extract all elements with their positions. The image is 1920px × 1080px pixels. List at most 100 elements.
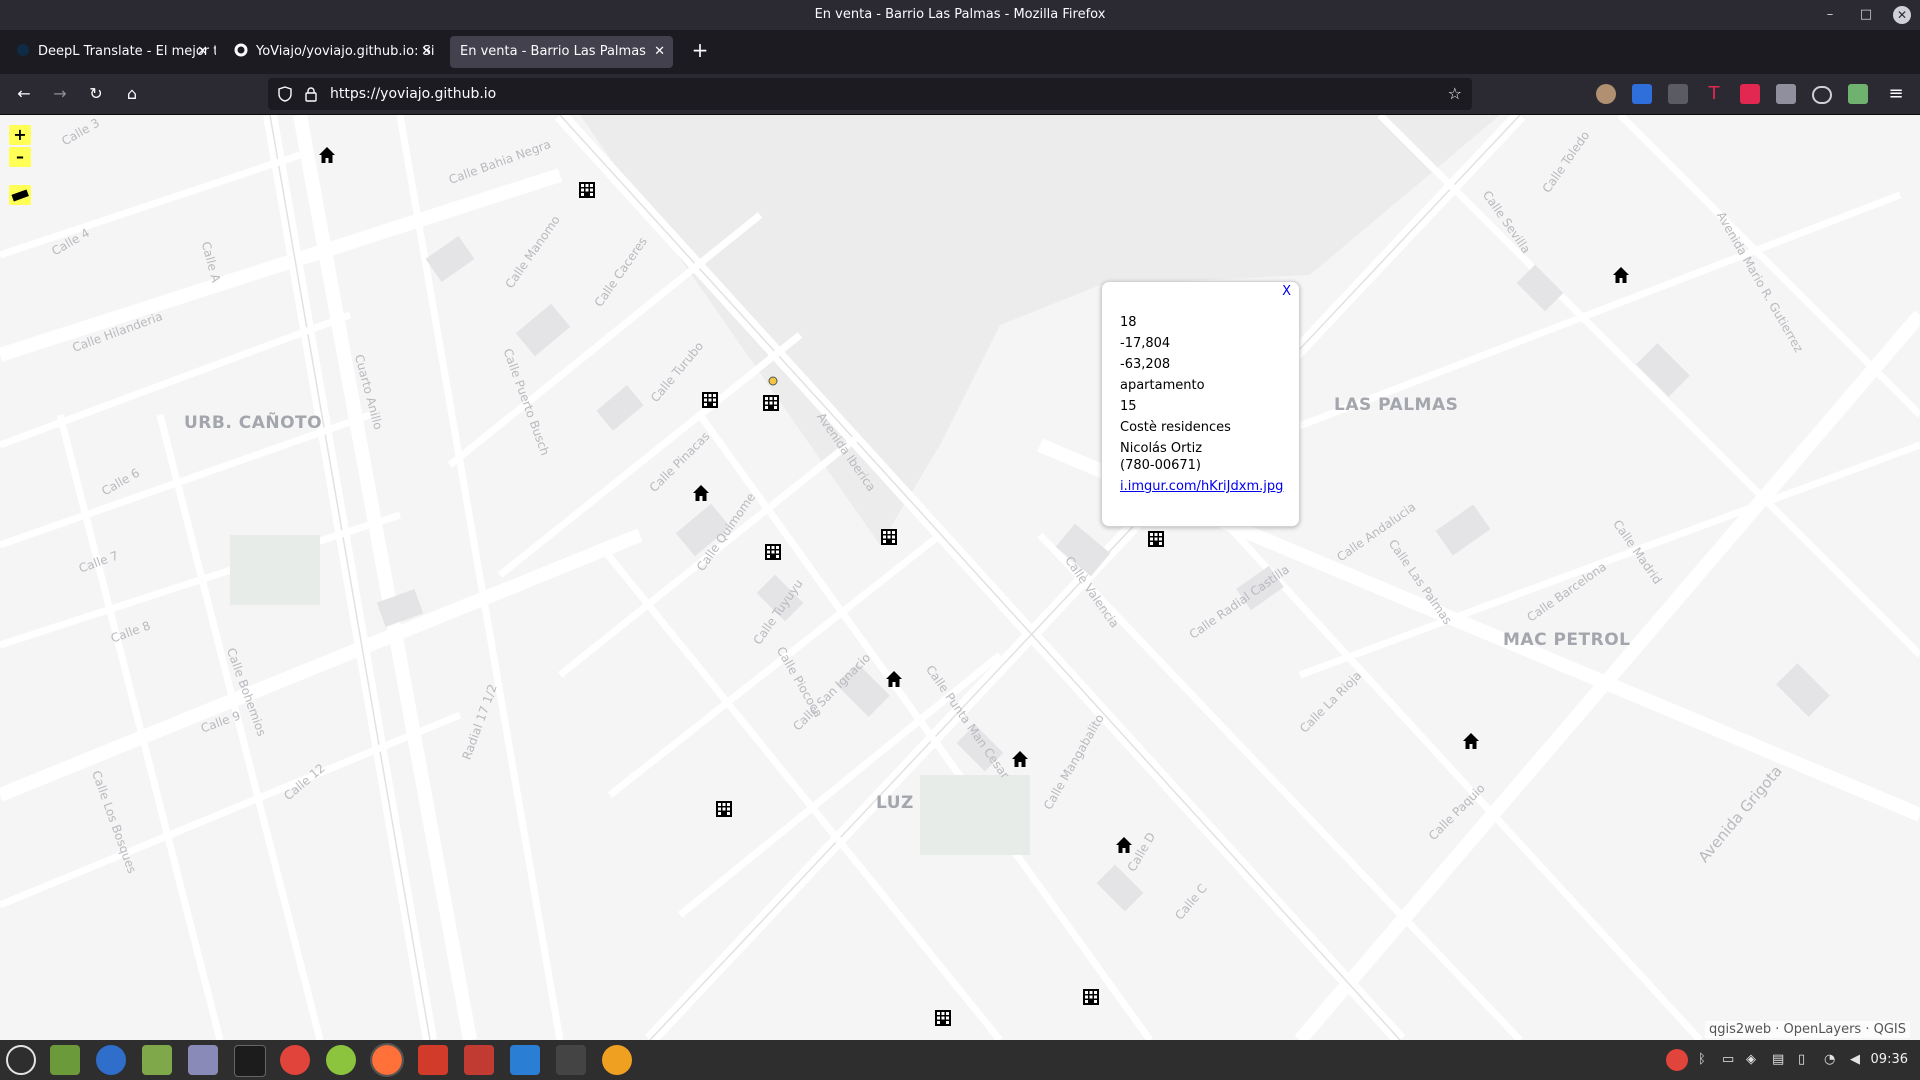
terminal-icon[interactable] [234, 1045, 266, 1077]
house-marker-icon[interactable] [1114, 835, 1134, 855]
text-editor-icon[interactable] [188, 1045, 218, 1075]
popup-content: 18 -17,804 -63,208 apartamento 15 Costè … [1120, 312, 1283, 497]
zoom-control: + – [9, 125, 31, 169]
settings-gear-icon[interactable] [602, 1045, 632, 1075]
reload-button[interactable]: ↻ [82, 80, 110, 108]
zoom-out-button[interactable]: – [9, 147, 31, 167]
tab-strip: DeepL Translate - El mejor tr ✕ YoViajo/… [0, 30, 1920, 74]
r-icon[interactable] [96, 1045, 126, 1075]
popup-contact-name: Nicolás Ortiz [1120, 441, 1203, 456]
maximize-button[interactable]: □ [1848, 0, 1884, 30]
selected-point-marker [768, 376, 778, 386]
deepl-favicon-icon [17, 44, 29, 56]
basemap [0, 115, 1920, 1040]
qgis-icon[interactable] [326, 1045, 356, 1075]
minimize-button[interactable]: – [1812, 0, 1848, 30]
github-favicon-icon [234, 43, 248, 57]
tab-label: DeepL Translate - El mejor tr [38, 44, 216, 59]
house-marker-icon[interactable] [884, 669, 904, 689]
lock-icon [305, 87, 317, 102]
tab-github[interactable]: YoViajo/yoviajo.github.io: Si ✕ [224, 36, 440, 68]
popup-type: apartamento [1120, 378, 1205, 393]
extension-avatar-icon[interactable] [1596, 84, 1616, 104]
url-bar[interactable]: https://yoviajo.github.io ☆ [268, 78, 1472, 110]
forward-button[interactable]: → [46, 80, 74, 108]
vscode-icon[interactable] [510, 1045, 540, 1075]
tab-label: En venta - Barrio Las Palmas [460, 44, 646, 59]
tab-en-venta[interactable]: En venta - Barrio Las Palmas ✕ [450, 36, 673, 68]
house-marker-icon[interactable] [1461, 731, 1481, 751]
pdf-reader-icon[interactable] [464, 1045, 494, 1075]
extension-cap-icon[interactable] [1632, 84, 1652, 104]
extension-map-icon[interactable] [1848, 84, 1868, 104]
house-marker-icon[interactable] [317, 145, 337, 165]
wifi-icon[interactable]: ◔ [1824, 1040, 1835, 1080]
chrome-icon[interactable] [280, 1045, 310, 1075]
shield-tray-icon[interactable]: ◈ [1746, 1040, 1756, 1080]
popup-latitude: -17,804 [1120, 336, 1171, 351]
tab-close-icon[interactable]: ✕ [197, 36, 208, 68]
app-menu-button[interactable]: ≡ [1882, 80, 1910, 108]
bookmark-star-icon[interactable]: ☆ [1448, 78, 1462, 110]
extension-t-icon[interactable]: T [1704, 84, 1724, 104]
close-window-button[interactable]: ✕ [1884, 0, 1920, 30]
apartment-marker-icon[interactable] [763, 542, 783, 562]
battery-icon[interactable]: ▯ [1798, 1040, 1805, 1080]
home-button[interactable]: ⌂ [118, 80, 146, 108]
area-label: LUZ [876, 793, 914, 813]
apartment-marker-icon[interactable] [933, 1008, 953, 1028]
measure-ruler-button[interactable] [9, 185, 31, 205]
url-text: https://yoviajo.github.io [330, 86, 497, 102]
extension-red-icon[interactable] [1740, 84, 1760, 104]
apartment-marker-icon[interactable] [700, 390, 720, 410]
popup-close-button[interactable]: X [1282, 284, 1291, 299]
window-titlebar: En venta - Barrio Las Palmas - Mozilla F… [0, 0, 1920, 30]
clock[interactable]: 09:36 [1871, 1040, 1908, 1080]
bluetooth-icon[interactable]: ᛒ [1698, 1040, 1706, 1080]
zoom-in-button[interactable]: + [9, 125, 31, 145]
tab-close-icon[interactable]: ✕ [421, 36, 432, 68]
apartment-marker-icon[interactable] [714, 799, 734, 819]
window-controls: – □ ✕ [1812, 0, 1920, 30]
firefox-icon[interactable] [370, 1043, 404, 1077]
house-marker-icon[interactable] [691, 483, 711, 503]
start-menu-icon[interactable] [6, 1045, 36, 1075]
extension-dots-icon[interactable] [1668, 84, 1688, 104]
printer-icon[interactable]: ▤ [1772, 1040, 1784, 1080]
extension-pdf-icon[interactable] [1776, 84, 1796, 104]
apartment-marker-icon[interactable] [879, 527, 899, 547]
area-label: MAC PETROL [1503, 630, 1631, 650]
map-attribution[interactable]: qgis2web · OpenLayers · QGIS [1705, 1021, 1910, 1038]
house-marker-icon[interactable] [1010, 749, 1030, 769]
tray-chrome-icon[interactable] [1666, 1049, 1688, 1071]
shield-icon [278, 86, 292, 102]
popup-count: 15 [1120, 399, 1137, 414]
popup-phone: (780-00671) [1120, 458, 1202, 473]
popup-image-link[interactable]: i.imgur.com/hKriJdxm.jpg [1120, 476, 1283, 497]
ruler-icon [11, 189, 29, 202]
popup-longitude: -63,208 [1120, 357, 1171, 372]
tab-deepl[interactable]: DeepL Translate - El mejor tr ✕ [6, 36, 216, 68]
apartment-marker-icon[interactable] [1081, 987, 1101, 1007]
house-marker-icon[interactable] [1611, 265, 1631, 285]
map-viewport[interactable]: URB. CAÑOTO LAS PALMAS MAC PETROL LUZ Ca… [0, 115, 1920, 1040]
apartment-marker-icon[interactable] [1146, 529, 1166, 549]
app-x-icon[interactable] [418, 1045, 448, 1075]
back-button[interactable]: ← [10, 80, 38, 108]
inkscape-icon[interactable] [556, 1045, 586, 1075]
cloud-icon[interactable] [1812, 86, 1832, 104]
navigation-toolbar: ← → ↻ ⌂ https://yoviajo.github.io ☆ T ≡ [0, 74, 1920, 115]
folder-icon[interactable] [142, 1045, 172, 1075]
volume-icon[interactable]: ◀ [1850, 1040, 1860, 1080]
close-icon: ✕ [1893, 6, 1911, 24]
apartment-marker-icon[interactable] [761, 393, 781, 413]
tab-close-icon[interactable]: ✕ [654, 36, 665, 68]
area-label: LAS PALMAS [1334, 395, 1459, 415]
files-icon[interactable] [50, 1045, 80, 1075]
area-label: URB. CAÑOTO [184, 413, 323, 433]
tab-label: YoViajo/yoviajo.github.io: Si [256, 44, 435, 59]
os-taskbar: ᛒ ▭ ◈ ▤ ▯ ◔ ◀ 09:36 [0, 1040, 1920, 1080]
new-tab-button[interactable]: + [686, 36, 714, 64]
apartment-marker-icon[interactable] [577, 180, 597, 200]
clipboard-icon[interactable]: ▭ [1722, 1040, 1734, 1080]
